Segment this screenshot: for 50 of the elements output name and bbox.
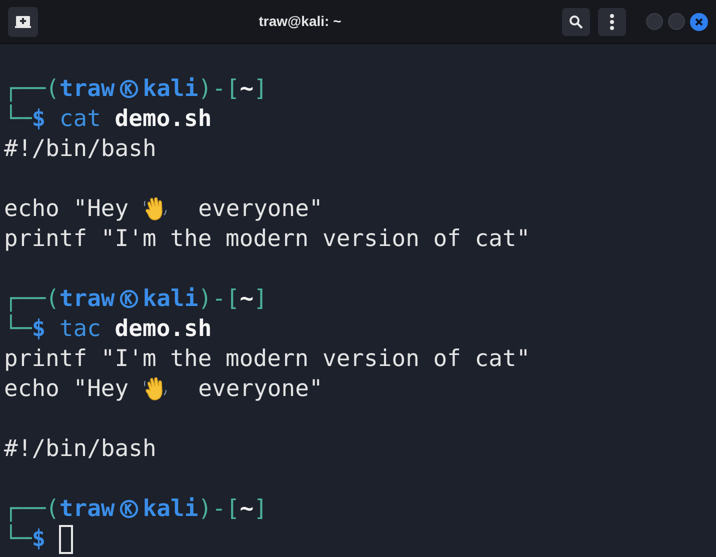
- prompt-frame: ]: [254, 494, 268, 524]
- prompt-directory: ~: [240, 495, 254, 524]
- waving-hand-icon: [144, 376, 168, 402]
- prompt-symbol: $: [32, 316, 47, 344]
- prompt-frame: )-[: [198, 284, 240, 314]
- prompt-user-host: traw: [59, 495, 115, 524]
- menu-icon: [610, 14, 614, 30]
- output-text: everyone": [197, 195, 323, 224]
- prompt-frame: )-[: [198, 494, 240, 524]
- prompt-symbol: $: [32, 526, 47, 554]
- kali-symbol-icon: [118, 79, 139, 99]
- close-button[interactable]: [690, 12, 708, 30]
- output-text: #!/bin/bash: [4, 435, 156, 464]
- prompt-frame: └─: [4, 104, 32, 134]
- prompt-frame: ┌──(: [4, 284, 60, 314]
- prompt-user-host: kali: [142, 495, 198, 524]
- output-text: #!/bin/bash: [4, 135, 156, 164]
- prompt-frame: ]: [254, 284, 268, 314]
- prompt-directory: ~: [240, 75, 254, 104]
- output-text: printf "I'm the modern version of cat": [4, 225, 530, 254]
- prompt-frame: └─: [4, 524, 32, 554]
- command-name: cat: [59, 105, 102, 134]
- search-button[interactable]: [562, 8, 590, 36]
- command-argument: demo.sh: [114, 315, 212, 344]
- prompt-symbol: $: [32, 106, 47, 134]
- output-text: echo "Hey: [4, 375, 130, 404]
- prompt-frame: └─: [4, 314, 32, 344]
- search-icon: [569, 14, 583, 28]
- menu-button[interactable]: [598, 8, 626, 36]
- window-title: traw@kali: ~: [258, 12, 342, 31]
- kali-symbol-icon: [118, 289, 139, 309]
- command-name: tac: [59, 315, 102, 344]
- output-text: printf "I'm the modern version of cat": [4, 345, 530, 374]
- output-text: everyone": [197, 375, 323, 404]
- kali-symbol-icon: [118, 499, 139, 519]
- command-argument: demo.sh: [114, 105, 212, 134]
- output-text: echo "Hey: [4, 195, 130, 224]
- prompt-frame: ┌──(: [4, 494, 60, 524]
- prompt-user-host: traw: [59, 75, 115, 104]
- waving-hand-icon: [144, 196, 168, 222]
- prompt-user-host: kali: [142, 285, 198, 314]
- prompt-frame: ]: [254, 74, 268, 104]
- prompt-user-host: kali: [142, 75, 198, 104]
- prompt-user-host: traw: [59, 285, 115, 314]
- new-tab-button[interactable]: [8, 6, 38, 36]
- close-icon: [695, 18, 703, 26]
- prompt-frame: ┌──(: [4, 74, 60, 104]
- prompt-frame: )-[: [198, 74, 240, 104]
- new-tab-icon: [15, 14, 31, 28]
- prompt-directory: ~: [240, 285, 254, 314]
